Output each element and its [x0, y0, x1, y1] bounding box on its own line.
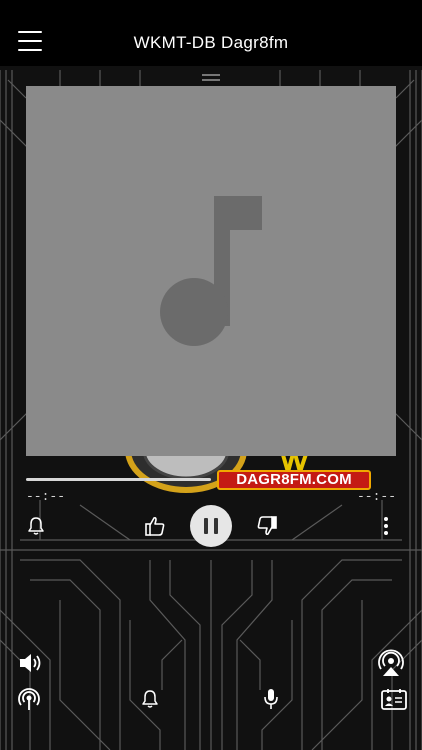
pause-button[interactable] — [190, 505, 232, 547]
broadcast-icon[interactable] — [17, 688, 41, 712]
alarm-bell-icon[interactable] — [27, 516, 45, 536]
station-title: WKMT-DB Dagr8fm — [133, 33, 289, 52]
airplay-icon[interactable] — [377, 649, 405, 677]
elapsed-time: --:-- — [26, 489, 66, 504]
more-vertical-icon[interactable] — [383, 516, 389, 536]
notification-bell-icon[interactable] — [141, 689, 159, 709]
website-badge: DAGR8FM.COM — [217, 470, 371, 490]
speaker-volume-icon[interactable] — [18, 651, 44, 675]
app-header: WKMT-DB Dagr8fm — [0, 0, 422, 66]
album-artwork — [26, 86, 396, 456]
progress-bar[interactable] — [26, 478, 211, 481]
remaining-time: --:-- — [356, 489, 396, 504]
music-note-icon — [160, 196, 262, 346]
thumbs-up-icon[interactable] — [144, 515, 166, 537]
contact-card-icon[interactable] — [381, 688, 407, 710]
thumbs-down-icon[interactable] — [256, 515, 278, 537]
drag-handle[interactable] — [202, 74, 220, 82]
microphone-icon[interactable] — [262, 688, 280, 710]
